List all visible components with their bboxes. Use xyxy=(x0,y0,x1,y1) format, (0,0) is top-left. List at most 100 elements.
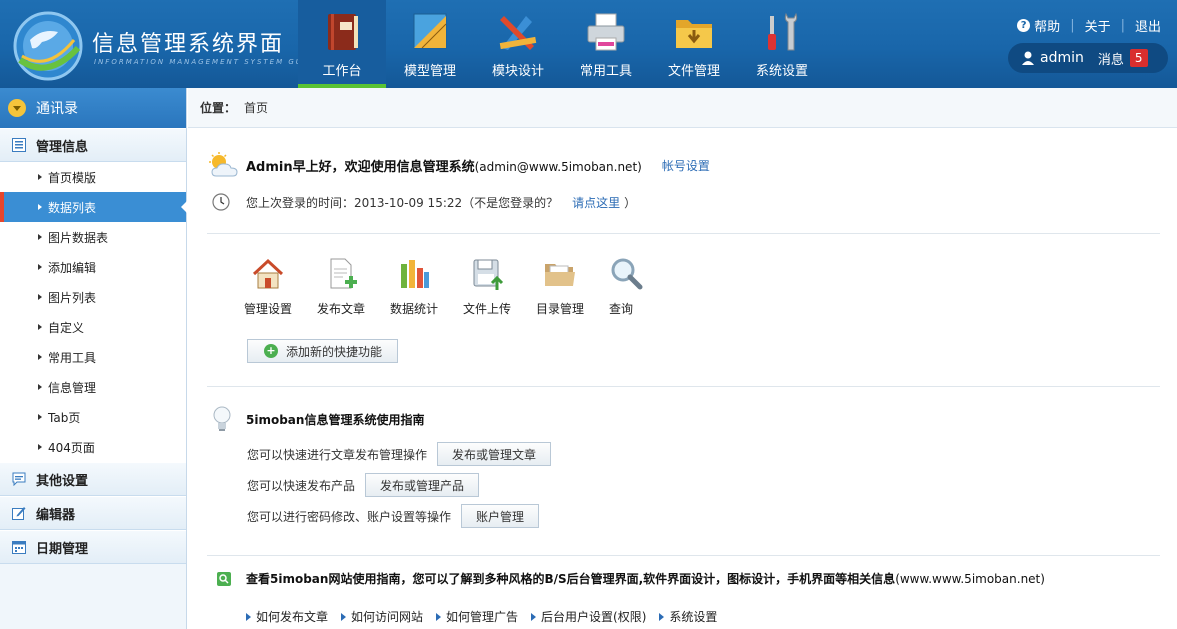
divider xyxy=(207,386,1160,387)
sun-cloud-icon xyxy=(209,152,238,177)
folder-icon xyxy=(676,20,712,48)
site-guide-description: 查看5imoban网站使用指南，您可以了解到多种风格的B/S后台管理界面,软件界… xyxy=(246,572,896,586)
folder-open-icon xyxy=(545,264,575,286)
shortcut-search[interactable]: 查询 xyxy=(609,256,682,317)
guide-row-text: 您可以快速发布产品 xyxy=(247,478,356,493)
site-link-visit[interactable]: 如何访问网站 xyxy=(341,608,423,625)
sidebar-item-label: 信息管理 xyxy=(48,380,97,395)
last-login-info: 您上次登录的时间：2013-10-09 15:22（不是您登录的？ 请点这里 ） xyxy=(212,193,636,211)
home-icon xyxy=(252,258,284,289)
shortcut-publish-article[interactable]: 发布文章 xyxy=(317,256,390,317)
nav-workbench[interactable]: 工作台 xyxy=(298,0,386,88)
nav-label: 工作台 xyxy=(322,64,362,79)
manage-products-button[interactable]: 发布或管理产品 xyxy=(365,473,480,497)
sidebar-item-image-table[interactable]: 图片数据表 xyxy=(0,222,186,252)
messages-label[interactable]: 消息 xyxy=(1098,49,1124,68)
shortcut-label: 数据统计 xyxy=(390,302,439,316)
sidebar-item-label: 图片列表 xyxy=(48,290,97,305)
nav-file-manage[interactable]: 文件管理 xyxy=(650,0,738,88)
help-icon: ? xyxy=(1017,19,1031,32)
main-content: 位置： 首页 Admin早上好，欢迎使用信息管理系统(admin@www.5im… xyxy=(188,88,1177,629)
breadcrumb-current[interactable]: 首页 xyxy=(244,99,268,116)
list-icon xyxy=(12,138,26,152)
tools-icon xyxy=(768,12,798,51)
triangle-right-icon xyxy=(246,612,251,621)
nav-common-tools[interactable]: 常用工具 xyxy=(562,0,650,88)
printer-icon xyxy=(587,13,625,51)
nav-label: 模块设计 xyxy=(491,64,544,79)
sidebar-item-label: 常用工具 xyxy=(48,350,97,365)
message-count-badge[interactable]: 5 xyxy=(1129,49,1148,67)
shortcut-file-upload[interactable]: 文件上传 xyxy=(463,256,536,317)
shortcut-label: 文件上传 xyxy=(463,302,512,316)
sidebar-item-custom[interactable]: 自定义 xyxy=(0,312,186,342)
link-separator: | xyxy=(1120,18,1125,33)
triangle-right-icon xyxy=(436,612,442,621)
sidebar-group-date-manage[interactable]: 日期管理 xyxy=(0,530,186,564)
pencil-icon xyxy=(499,16,537,50)
site-link-ads[interactable]: 如何管理广告 xyxy=(436,608,518,625)
manage-articles-button[interactable]: 发布或管理文章 xyxy=(437,442,552,466)
sidebar-contacts-header[interactable]: 通讯录 xyxy=(0,88,186,128)
chevron-right-icon xyxy=(38,354,42,360)
sidebar-item-add-edit[interactable]: 添加编辑 xyxy=(0,252,186,282)
site-links: 如何发布文章 如何访问网站 如何管理广告 后台用户设置(权限) 系统设置 xyxy=(246,608,730,625)
sidebar-item-common-tools[interactable]: 常用工具 xyxy=(0,342,186,372)
top-links: ? 帮助 | 关于 | 退出 xyxy=(1017,16,1161,35)
logout-link[interactable]: 退出 xyxy=(1135,16,1161,35)
site-link-publish[interactable]: 如何发布文章 xyxy=(246,608,328,625)
shortcut-label: 目录管理 xyxy=(536,302,585,316)
sidebar-item-tab-page[interactable]: Tab页 xyxy=(0,402,186,432)
nav-model-manage[interactable]: 模型管理 xyxy=(386,0,474,88)
clock-icon xyxy=(212,193,230,211)
sidebar-item-label: 首页模版 xyxy=(48,170,97,185)
sidebar-item-info-manage[interactable]: 信息管理 xyxy=(0,372,186,402)
about-link[interactable]: 关于 xyxy=(1085,16,1111,35)
guide-row-article: 您可以快速进行文章发布管理操作 发布或管理文章 xyxy=(247,442,552,466)
user-box: admin 消息 5 xyxy=(1008,43,1168,73)
account-manage-button[interactable]: 账户管理 xyxy=(461,504,540,528)
breadcrumb-label: 位置： xyxy=(200,101,237,115)
site-link-system[interactable]: 系统设置 xyxy=(659,608,717,625)
shortcut-manage-settings[interactable]: 管理设置 xyxy=(244,256,317,317)
not-me-link[interactable]: 请点这里 xyxy=(572,194,620,211)
welcome-greeting: Admin早上好，欢迎使用信息管理系统 xyxy=(246,159,475,175)
divider xyxy=(207,555,1160,556)
sidebar-group-editor[interactable]: 编辑器 xyxy=(0,496,186,530)
nav-system-settings[interactable]: 系统设置 xyxy=(738,0,826,88)
nav-module-design[interactable]: 模块设计 xyxy=(474,0,562,88)
shortcut-directory-manage[interactable]: 目录管理 xyxy=(536,256,609,317)
sidebar-item-label: 自定义 xyxy=(48,320,85,335)
sidebar-item-label: 数据列表 xyxy=(48,200,97,215)
triangle-right-icon xyxy=(659,612,665,621)
account-settings-link[interactable]: 帐号设置 xyxy=(662,157,710,174)
sidebar-item-data-list[interactable]: 数据列表 xyxy=(0,192,187,222)
sidebar-item-home-template[interactable]: 首页模版 xyxy=(0,162,186,192)
ruler-icon xyxy=(413,13,447,49)
welcome-text: Admin早上好，欢迎使用信息管理系统(admin@www.5imoban.ne… xyxy=(246,156,642,175)
welcome-email: (admin@www.5imoban.net) xyxy=(474,159,642,174)
chevron-right-icon xyxy=(38,444,42,450)
sidebar-group-other-settings[interactable]: 其他设置 xyxy=(0,462,186,496)
username[interactable]: admin xyxy=(1040,50,1084,66)
search-square-icon xyxy=(217,571,231,586)
sidebar-group-manage-info[interactable]: 管理信息 xyxy=(0,128,186,162)
chevron-right-icon xyxy=(38,234,42,240)
help-link[interactable]: 帮助 xyxy=(1034,16,1060,35)
sidebar-item-404-page[interactable]: 404页面 xyxy=(0,432,186,462)
last-login-suffix: ） xyxy=(624,195,637,210)
sidebar-group-label: 日期管理 xyxy=(36,541,89,557)
shortcut-data-stats[interactable]: 数据统计 xyxy=(390,256,463,317)
last-login-text: 您上次登录的时间：2013-10-09 15:22（不是您登录的？ xyxy=(246,195,559,210)
guide-row-text: 您可以进行密码修改、账户设置等操作 xyxy=(247,509,452,524)
top-header: 信息管理系统界面 INFORMATION MANAGEMENT SYSTEM G… xyxy=(0,0,1177,88)
user-icon xyxy=(1022,51,1034,65)
shortcut-grid: 管理设置 发布文章 数据统计 文件上传 目录管理 查询 xyxy=(244,256,682,317)
sidebar-group-label: 编辑器 xyxy=(36,507,76,523)
main-nav: 工作台 模型管理 模块设计 常用工具 文件管理 系统设置 xyxy=(298,0,826,88)
site-link-user-perms[interactable]: 后台用户设置(权限) xyxy=(531,608,646,625)
doc-add-icon xyxy=(330,258,357,289)
sidebar-item-image-list[interactable]: 图片列表 xyxy=(0,282,186,312)
logo-globe-icon xyxy=(13,11,83,81)
add-shortcut-button[interactable]: + 添加新的快捷功能 xyxy=(247,339,398,363)
